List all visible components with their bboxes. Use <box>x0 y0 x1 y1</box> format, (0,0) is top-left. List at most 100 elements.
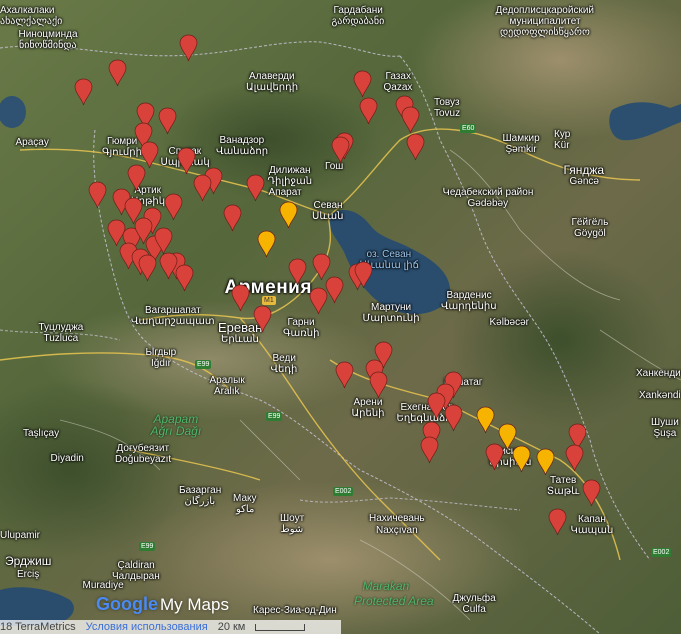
place-label: Гардабани <box>333 5 383 16</box>
place-label: Ыгдыр <box>145 347 177 358</box>
place-label: Алаверди <box>249 71 295 82</box>
place-label: Товуз <box>434 97 460 108</box>
red-marker-pin[interactable] <box>179 34 198 62</box>
place-label: Tovuz <box>434 108 461 119</box>
red-marker-pin[interactable] <box>331 136 350 164</box>
place-label: Дедоплисцкаройский <box>495 5 595 16</box>
place-label: Վաղարշապատ <box>131 316 215 327</box>
place-label: Эрджиш <box>5 554 52 568</box>
place-label: Վարդենիս <box>441 301 497 312</box>
place-label: Джульфа <box>452 593 496 604</box>
red-marker-pin[interactable] <box>154 227 173 255</box>
place-label: Կедабекский район <box>442 187 534 198</box>
red-marker-pin[interactable] <box>288 258 307 286</box>
place-label: Tuzluca <box>43 333 79 344</box>
red-marker-pin[interactable] <box>353 70 372 98</box>
yellow-marker-pin[interactable] <box>476 406 495 434</box>
place-label: დედოფლისწყარო <box>500 27 590 38</box>
place-label: Ulupamir <box>0 530 41 541</box>
place-label: Нахичевань <box>369 513 425 524</box>
place-label: Базарган <box>179 485 222 496</box>
place-label: Туцлуджа <box>38 322 84 333</box>
red-marker-pin[interactable] <box>354 261 373 289</box>
red-marker-pin[interactable] <box>231 284 250 312</box>
attribution-bar: 18 TerraMetrics Условия использования 20… <box>0 620 341 634</box>
place-label: ახალქალაქი <box>0 16 63 27</box>
red-marker-pin[interactable] <box>359 97 378 125</box>
place-label: Kəlbəcər <box>489 317 529 328</box>
red-marker-pin[interactable] <box>325 276 344 304</box>
place-label: Aralık <box>214 386 240 397</box>
road-shield: E99 <box>195 360 212 369</box>
red-marker-pin[interactable] <box>565 444 584 472</box>
place-label: муниципалитет <box>509 16 581 27</box>
place-label: Marakan <box>362 579 410 593</box>
yellow-marker-pin[interactable] <box>512 445 531 473</box>
red-marker-pin[interactable] <box>485 443 504 471</box>
place-label: Ханкенди <box>636 368 681 379</box>
place-label: ماکو <box>236 504 255 515</box>
place-label: ნინოწმინდა <box>19 40 77 51</box>
place-label: بازرگان <box>184 496 216 507</box>
place-label: Erciş <box>17 569 40 580</box>
scale-bar <box>255 624 306 631</box>
place-label: გარდაბანი <box>331 16 385 27</box>
place-label: Şuşa <box>653 428 677 439</box>
red-marker-pin[interactable] <box>420 436 439 464</box>
satellite-map[interactable] <box>0 0 681 634</box>
place-label: Кур <box>554 129 571 140</box>
red-marker-pin[interactable] <box>159 252 178 280</box>
place-label: Kür <box>554 140 570 151</box>
red-marker-pin[interactable] <box>223 204 242 232</box>
red-marker-pin[interactable] <box>74 78 93 106</box>
place-label: Gəncə <box>569 176 599 187</box>
place-label: Protected Area <box>354 594 434 608</box>
red-marker-pin[interactable] <box>193 174 212 202</box>
red-marker-pin[interactable] <box>401 106 420 134</box>
red-marker-pin[interactable] <box>164 193 183 221</box>
road-shield: E99 <box>139 542 156 551</box>
place-label: Culfa <box>462 604 486 615</box>
red-marker-pin[interactable] <box>88 181 107 209</box>
place-label: Naxçıvan <box>376 525 418 536</box>
place-label: Վանաձոր <box>216 146 269 157</box>
red-marker-pin[interactable] <box>369 371 388 399</box>
place-label: Татев <box>550 475 577 486</box>
place-label: Газах <box>385 71 411 82</box>
place-label: Գառնի <box>283 328 320 339</box>
place-label: Gədəbəy <box>467 198 509 209</box>
yellow-marker-pin[interactable] <box>279 201 298 229</box>
place-label: Diyadin <box>50 453 84 464</box>
place-label: Мартуни <box>371 302 412 313</box>
place-label: Веди <box>272 353 296 364</box>
red-marker-pin[interactable] <box>548 508 567 536</box>
place-label: Араçay <box>15 137 49 148</box>
yellow-marker-pin[interactable] <box>536 448 555 476</box>
red-marker-pin[interactable] <box>138 254 157 282</box>
place-label: شوط <box>280 524 304 535</box>
red-marker-pin[interactable] <box>158 107 177 135</box>
red-marker-pin[interactable] <box>246 174 265 202</box>
red-marker-pin[interactable] <box>582 479 601 507</box>
place-label: Ниноцминда <box>18 29 78 40</box>
red-marker-pin[interactable] <box>335 361 354 389</box>
place-label: Տաթև <box>547 486 580 497</box>
place-label: Шуши <box>651 417 679 428</box>
place-label: Гянджа <box>563 163 605 177</box>
red-marker-pin[interactable] <box>108 59 127 87</box>
place-label: Ванадзор <box>219 135 265 146</box>
red-marker-pin[interactable] <box>406 133 425 161</box>
place-label: Վեդի <box>270 364 298 375</box>
place-label: Гёйгёль <box>571 217 609 228</box>
red-marker-pin[interactable] <box>444 404 463 432</box>
place-label: Гарни <box>287 317 315 328</box>
google-logo: Google <box>96 594 158 614</box>
place-label: Ахалкалаки <box>0 5 55 16</box>
place-label: Вагаршапат <box>145 305 201 316</box>
yellow-marker-pin[interactable] <box>257 230 276 258</box>
place-label: Երևան <box>221 334 259 345</box>
terms-link[interactable]: Условия использования <box>86 620 208 634</box>
red-marker-pin[interactable] <box>177 147 196 175</box>
red-marker-pin[interactable] <box>253 305 272 333</box>
place-label: Արենի <box>351 408 385 419</box>
